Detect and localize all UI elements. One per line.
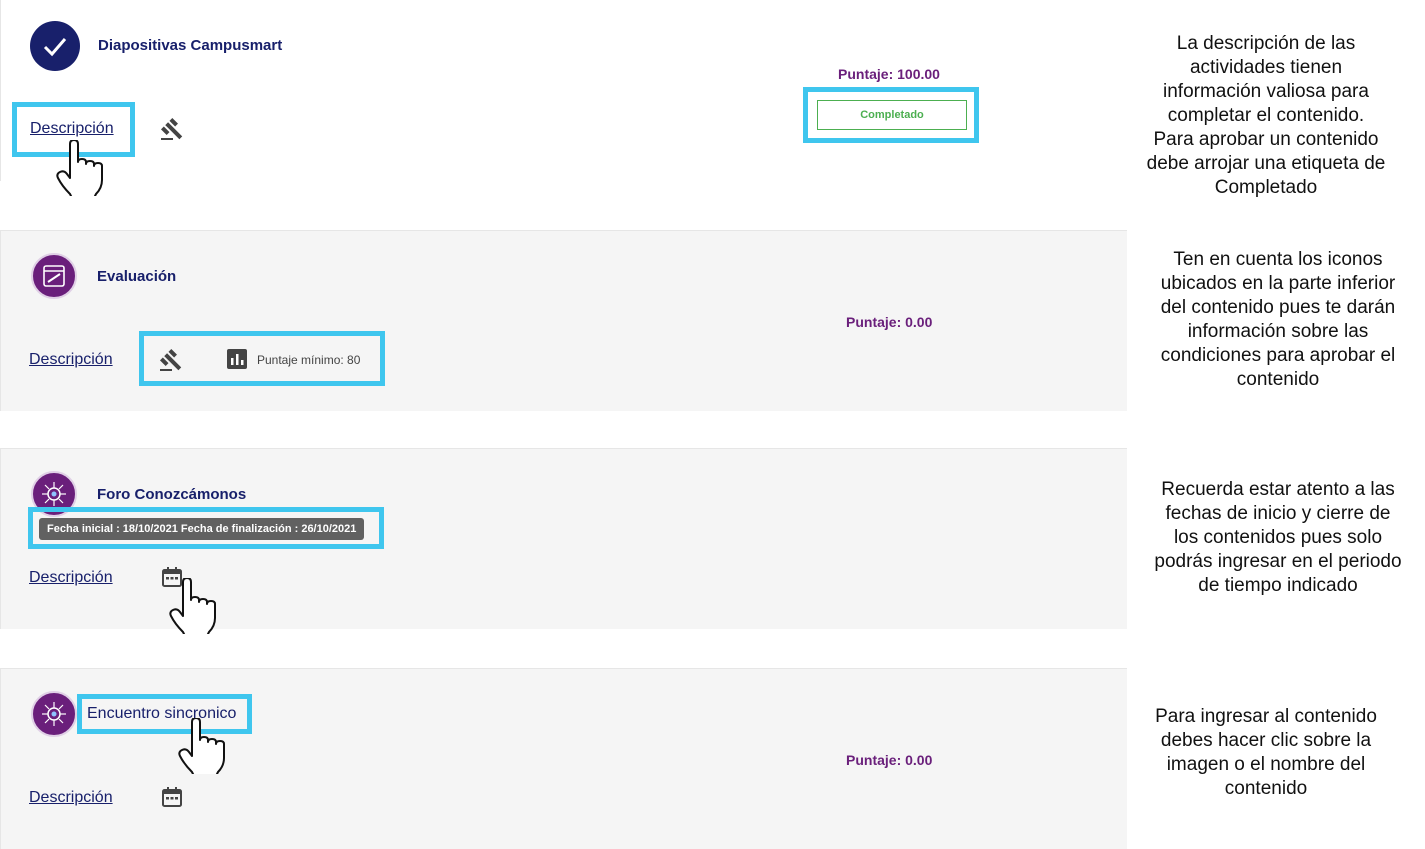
highlight-icons xyxy=(139,331,385,386)
activity-title[interactable]: Evaluación xyxy=(97,268,176,285)
note-dates: Recuerda estar atento a las fechas de in… xyxy=(1154,479,1402,596)
description-link[interactable]: Descripción xyxy=(29,351,113,369)
note-icons: Ten en cuenta los iconos ubicados en la … xyxy=(1160,249,1396,390)
evaluation-icon[interactable] xyxy=(31,253,77,299)
pointer-hand-icon xyxy=(178,718,225,774)
meeting-icon[interactable] xyxy=(31,691,77,737)
score-label: Puntaje: 100.00 xyxy=(838,66,940,82)
note-description: La descripción de las actividades tienen… xyxy=(1146,33,1386,198)
pointer-hand-icon xyxy=(169,578,216,634)
pointer-hand-icon xyxy=(56,140,103,196)
highlight-completed xyxy=(803,87,979,143)
completed-check-icon[interactable] xyxy=(30,21,80,71)
calendar-icon[interactable] xyxy=(162,787,182,812)
gavel-icon xyxy=(160,117,184,146)
score-label: Puntaje: 0.00 xyxy=(846,752,933,768)
description-link[interactable]: Descripción xyxy=(29,789,113,807)
activity-title[interactable]: Diapositivas Campusmart xyxy=(98,37,282,54)
note-access: Para ingresar al contenido debes hacer c… xyxy=(1155,706,1377,799)
highlight-dates xyxy=(28,507,384,549)
description-link[interactable]: Descripción xyxy=(29,569,113,587)
activity-title[interactable]: Foro Conozcámonos xyxy=(97,486,246,503)
score-label: Puntaje: 0.00 xyxy=(846,314,933,330)
